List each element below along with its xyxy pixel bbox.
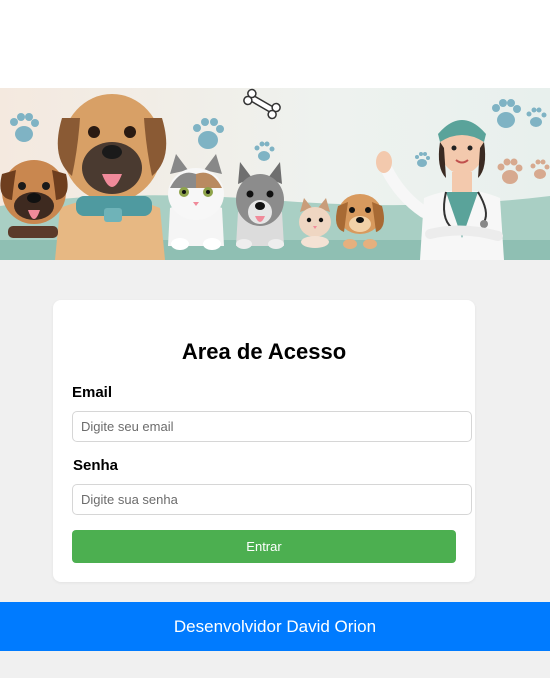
password-label: Senha	[73, 457, 119, 474]
footer-credit: Desenvolvidor David Orion	[0, 602, 550, 651]
login-card: Area de Acesso Email Senha Entrar	[53, 300, 475, 582]
pet-clinic-banner	[0, 88, 550, 260]
top-blank-bar	[0, 0, 550, 88]
email-label: Email	[72, 384, 113, 401]
cat-icon	[168, 154, 224, 250]
password-field[interactable]	[72, 484, 472, 515]
login-title: Area de Acesso	[181, 339, 347, 364]
banner-illustration	[0, 88, 550, 260]
submit-button[interactable]: Entrar	[72, 530, 456, 563]
dog-icon	[55, 94, 167, 260]
dog-icon	[236, 162, 284, 249]
email-field[interactable]	[72, 411, 472, 442]
